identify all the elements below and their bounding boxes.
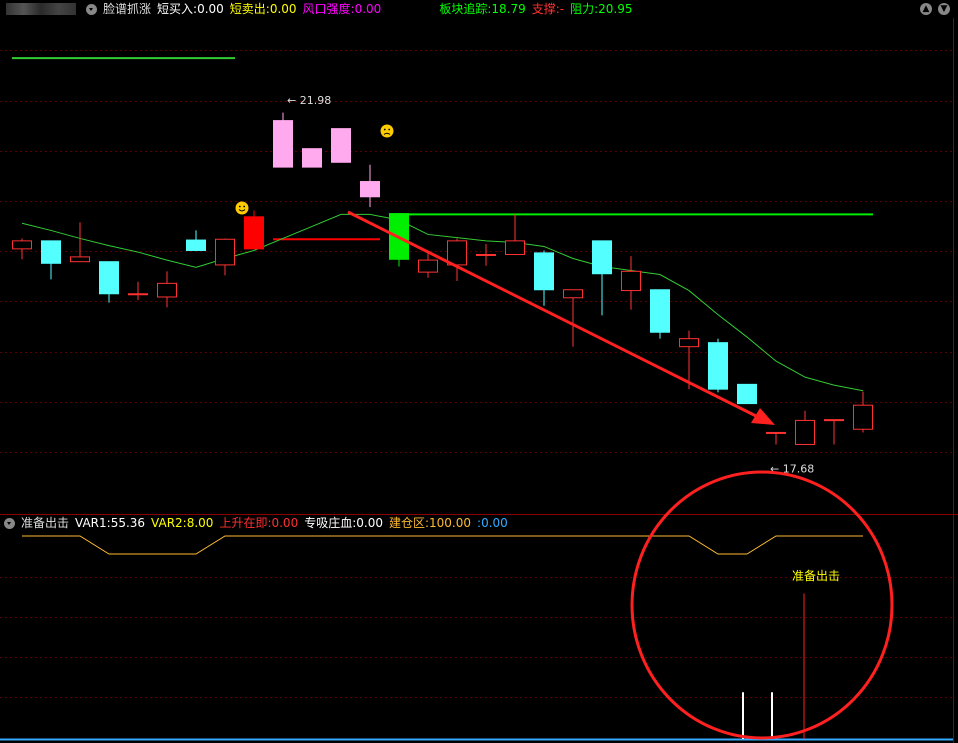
smiley-sad-icon-eye [383,128,386,131]
chevron-down-icon[interactable]: ▼ [938,3,950,15]
metric-build-zone: 建仓区:100.00 [388,516,472,530]
candle-body [592,240,612,275]
candle-body [766,431,786,434]
candle-body [824,419,844,422]
metric-short-sell: 短卖出:0.00 [229,2,297,16]
trend-arrow [347,210,761,420]
candle-body [795,419,815,445]
candle-body [157,282,177,298]
high-label: ← 21.98 [287,94,331,107]
collapse-icon[interactable] [4,517,15,529]
candle-body [505,240,525,255]
candle-body [679,338,699,348]
candle-body [708,342,728,390]
candle-body [331,128,351,163]
candle-body [650,289,670,333]
smiley-happy-icon-eye [238,205,241,208]
candle-body [99,261,119,295]
candle-body [70,256,90,263]
jianchang-line [22,535,863,555]
metric-sector-tracking: 板块追踪:18.79 [439,2,526,16]
ma-line [21,213,864,392]
candle-body [476,253,496,256]
metric-var2: VAR2:8.00 [151,516,214,530]
indicator-title: 脸谱抓涨 [103,2,152,16]
candle-body [418,259,438,273]
smiley-happy-icon [235,201,249,215]
metric-extra: :0.00 [477,516,508,530]
highlight-circle [630,470,894,740]
candlestick-chart: ← 21.98← 17.68准备出击 [0,18,958,743]
candle-body [273,120,293,168]
candle-body [244,216,264,250]
metric-short-buy: 短买入:0.00 [157,2,224,16]
candle-body [621,270,641,292]
indicator-title: 准备出击 [21,516,70,530]
candle-body [41,240,61,264]
candle-body [128,293,148,296]
smiley-happy-icon-eye [243,205,246,208]
collapse-icon[interactable] [86,3,97,15]
smiley-sad-icon-eye [388,128,391,131]
candle-body [12,240,32,250]
candle-body [186,239,206,251]
smiley-sad-icon [380,124,394,138]
candle-body [563,289,583,299]
candle-body [215,238,235,266]
metric-absorb: 专吸庄血:0.00 [304,516,383,530]
candle-body [447,240,467,266]
candle-body [302,148,322,168]
metric-rising-soon: 上升在即:0.00 [219,516,299,530]
candle-body [534,252,554,291]
metric-support: 支撑:- [531,2,565,16]
metric-wind-strength: 风口强度:0.00 [302,2,382,16]
metric-var1: VAR1:55.36 [75,516,146,530]
header-bar: 脸谱抓涨 短买入:0.00 短卖出:0.00 风口强度:0.00 板块追踪:18… [0,0,958,18]
candle-body [360,181,380,198]
indicator-bar: 准备出击 VAR1:55.36 VAR2:8.00 上升在即:0.00 专吸庄血… [0,514,958,532]
signal-label: 准备出击 [792,569,840,583]
chevron-up-icon[interactable]: ▲ [920,3,932,15]
metric-resistance: 阻力:20.95 [570,2,633,16]
stock-name-blurred [6,3,76,15]
candle-body [737,383,757,405]
candle-body [853,404,873,430]
